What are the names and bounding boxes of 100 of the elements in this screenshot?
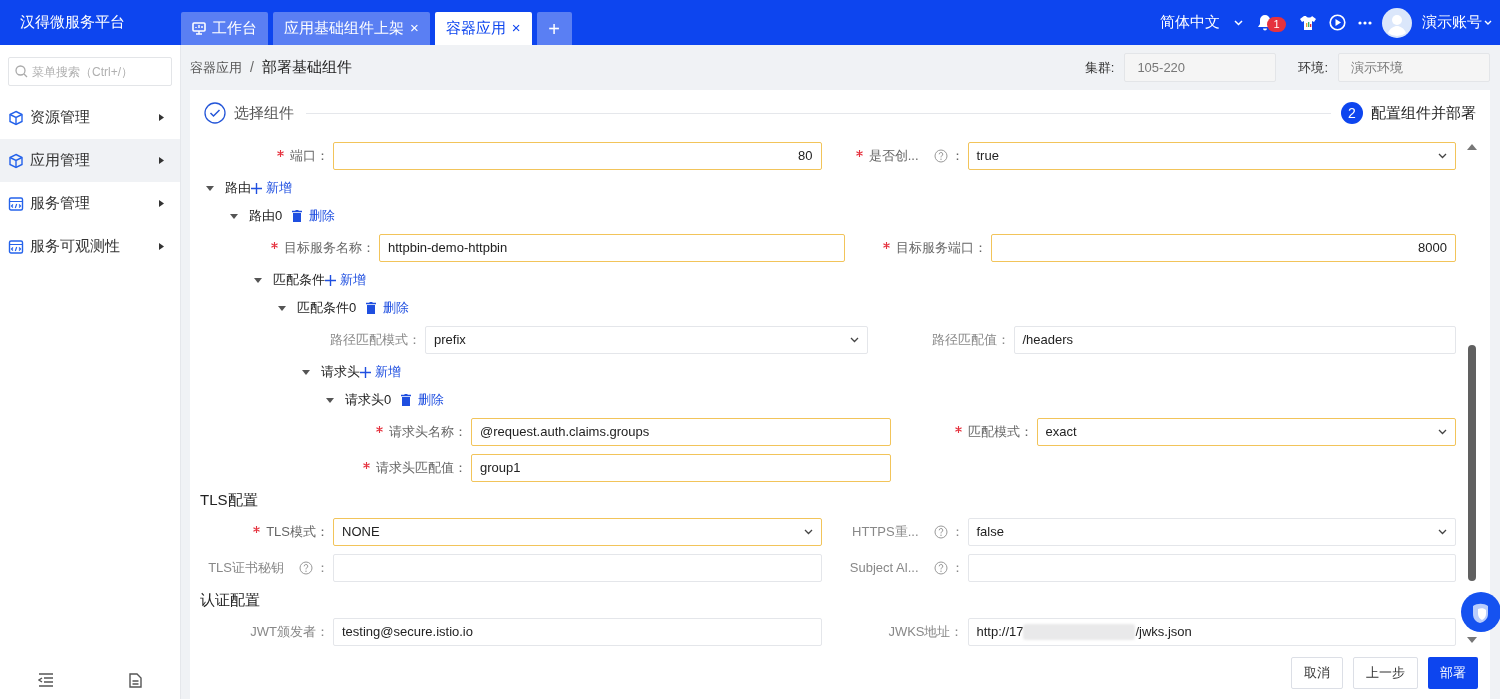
close-icon[interactable]: × — [410, 17, 419, 40]
field-label: 请求头匹配值： — [376, 459, 467, 478]
language-select[interactable]: 简体中文 — [1160, 11, 1243, 34]
cube-icon — [8, 152, 24, 169]
scroll-up-icon[interactable] — [1467, 144, 1477, 150]
text-field[interactable] — [967, 554, 1456, 582]
required-icon — [855, 149, 863, 157]
primary-button[interactable]: 部署 — [1428, 657, 1478, 689]
more-icon[interactable] — [1358, 20, 1372, 25]
secondary-button[interactable]: 上一步 — [1353, 657, 1418, 689]
select-field[interactable]: true — [967, 142, 1456, 170]
text-field[interactable]: testing@secure.istio.io — [333, 618, 822, 646]
field-label: 目标服务端口： — [895, 239, 987, 258]
text-field[interactable] — [333, 554, 822, 582]
avatar[interactable] — [1382, 7, 1412, 38]
add-link[interactable]: 新增 — [360, 362, 401, 382]
field-label: 端口： — [290, 147, 329, 166]
shirt-icon[interactable] — [1299, 14, 1317, 31]
filter-label: 环境: — [1298, 58, 1328, 77]
chevron-down-icon — [849, 337, 859, 343]
field-label: 匹配模式： — [967, 423, 1033, 442]
field-label: TLS模式： — [266, 523, 329, 542]
assistant-button[interactable] — [1461, 592, 1500, 632]
step-title: 配置组件并部署 — [1371, 102, 1476, 123]
app-title: 汉得微服务平台 — [19, 12, 126, 33]
delete-link[interactable]: 删除 — [292, 206, 336, 226]
play-icon[interactable] — [1329, 14, 1346, 31]
tree-node-label: 请求头 — [321, 363, 360, 382]
required-icon — [954, 425, 962, 433]
field-label: 请求头名称： — [389, 423, 467, 442]
section-heading: 认证配置 — [200, 589, 261, 610]
search-icon — [15, 65, 28, 78]
sidebar-item[interactable]: 应用管理 — [0, 139, 180, 182]
collapse-menu-icon[interactable] — [37, 673, 54, 687]
field-label: 是否创... — [868, 147, 919, 166]
breadcrumb-link[interactable]: 容器应用 — [190, 57, 242, 78]
monitor-icon — [192, 22, 206, 35]
sidebar-item[interactable]: 服务可观测性 — [0, 225, 180, 268]
text-field[interactable]: httpbin-demo-httpbin — [379, 234, 845, 262]
user-menu[interactable]: 演示账号 — [1422, 11, 1492, 34]
add-tab-button[interactable]: + — [536, 12, 572, 45]
chevron-down-icon — [803, 529, 813, 535]
delete-link[interactable]: 删除 — [401, 390, 445, 410]
select-field[interactable]: prefix — [425, 326, 868, 354]
step-title: 选择组件 — [234, 102, 294, 123]
chevron-down-icon — [1438, 429, 1447, 435]
chevron-down-icon — [1438, 153, 1447, 159]
text-field[interactable]: /headers — [1013, 326, 1456, 354]
secondary-button[interactable]: 取消 — [1291, 657, 1343, 689]
trash-icon — [401, 394, 412, 406]
caret-down-icon[interactable] — [254, 277, 262, 283]
text-field[interactable]: 80 — [333, 142, 822, 170]
caret-down-icon[interactable] — [302, 369, 310, 375]
scrollbar-thumb[interactable] — [1468, 345, 1476, 581]
chevron-down-icon — [1484, 20, 1492, 25]
tab[interactable]: 应用基础组件上架 × — [273, 12, 430, 45]
caret-down-icon[interactable] — [278, 305, 286, 311]
breadcrumb-current: 部署基础组件 — [261, 57, 352, 78]
document-icon[interactable] — [129, 672, 143, 688]
tree-node-label: 匹配条件 — [273, 271, 325, 290]
required-icon — [882, 241, 890, 249]
add-link[interactable]: 新增 — [251, 178, 292, 198]
step-done-icon — [204, 102, 226, 124]
plus-icon — [325, 274, 336, 286]
field-label: Subject Al... — [849, 559, 919, 578]
tree-node-label: 路由 — [225, 179, 251, 198]
chevron-down-icon — [1438, 529, 1447, 535]
text-field[interactable]: 8000 — [990, 234, 1456, 262]
text-field[interactable]: http://17 /jwks.json — [967, 618, 1456, 646]
scroll-down-icon[interactable] — [1467, 637, 1477, 643]
caret-down-icon[interactable] — [206, 185, 214, 191]
tab[interactable]: 容器应用 × — [434, 12, 532, 45]
sidebar-item[interactable]: 服务管理 — [0, 182, 180, 225]
caret-right-icon — [159, 114, 164, 121]
delete-link[interactable]: 删除 — [366, 298, 410, 318]
plus-icon — [360, 366, 371, 378]
field-label: JWT颁发者： — [250, 623, 329, 642]
close-icon[interactable]: × — [511, 17, 521, 40]
add-link[interactable]: 新增 — [325, 270, 366, 290]
tab[interactable]: 工作台 — [181, 12, 268, 45]
field-label: 路径匹配值： — [931, 331, 1010, 350]
caret-down-icon[interactable] — [326, 397, 334, 403]
select-field[interactable]: exact — [1036, 418, 1456, 446]
text-field[interactable]: group1 — [471, 454, 891, 482]
caret-down-icon[interactable] — [230, 213, 238, 219]
label-colon: ： — [950, 523, 964, 542]
required-icon — [376, 425, 383, 433]
tree-node-label: 路由0 — [249, 207, 283, 226]
select-field[interactable]: false — [967, 518, 1456, 546]
field-label: 目标服务名称： — [284, 239, 375, 258]
field-label: JWKS地址： — [888, 623, 964, 642]
sidebar-item[interactable]: 资源管理 — [0, 96, 180, 139]
caret-right-icon — [159, 243, 164, 250]
chevron-down-icon — [1234, 19, 1243, 26]
step-number: 2 — [1341, 102, 1363, 124]
trash-icon — [366, 302, 377, 314]
select-field[interactable]: NONE — [333, 518, 822, 546]
code-window-icon — [8, 195, 24, 212]
field-label: TLS证书秘钥 — [208, 559, 284, 578]
text-field[interactable]: @request.auth.claims.groups — [471, 418, 891, 446]
